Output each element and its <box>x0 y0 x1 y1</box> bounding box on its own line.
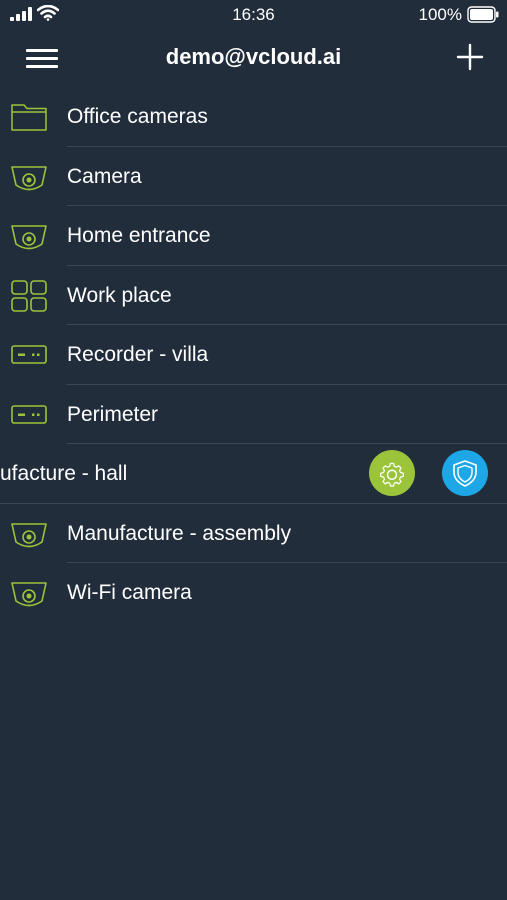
header: demo@vcloud.ai <box>0 30 507 86</box>
settings-icon <box>380 462 404 487</box>
menu-line <box>26 57 58 60</box>
list-item-recorder-villa[interactable]: Recorder - villa <box>0 325 507 385</box>
shield-icon <box>453 460 477 487</box>
account-title: demo@vcloud.ai <box>165 44 342 69</box>
camera-icon <box>11 522 47 547</box>
recorder-icon <box>11 404 47 424</box>
menu-line <box>26 65 58 68</box>
list-item-label: Manufacture - assembly <box>67 521 292 545</box>
camera-icon <box>11 582 47 607</box>
list-item-home-entrance[interactable]: Home entrance <box>0 206 507 266</box>
settings-button[interactable] <box>369 450 415 496</box>
folder-icon <box>11 104 47 131</box>
camera-icon <box>11 165 47 190</box>
list-item-wifi-camera[interactable]: Wi-Fi camera <box>0 563 507 623</box>
battery-percent: 100% <box>418 5 462 24</box>
recorder-icon <box>11 345 47 364</box>
list-item-label: Recorder - villa <box>67 343 209 366</box>
hamburger-menu-button[interactable] <box>22 43 62 73</box>
camera-list: Office cameras Camera Home entrance Work… <box>0 87 507 623</box>
status-bar: 16:36 100% <box>0 0 507 30</box>
list-item-perimeter[interactable]: Perimeter <box>0 385 507 444</box>
list-item-manufacture-assembly[interactable]: Manufacture - assembly <box>0 504 507 563</box>
screen: 16:36 100% demo@vcloud.ai Office cameras <box>0 0 507 900</box>
grid-icon <box>11 279 47 312</box>
list-item-label: Home entrance <box>67 224 211 247</box>
battery-icon <box>467 6 499 23</box>
list-item-label: Camera <box>67 164 142 188</box>
camera-icon <box>11 225 47 250</box>
list-item-label: Wi-Fi camera <box>67 581 192 604</box>
menu-line <box>26 49 58 52</box>
list-item-label: ufacture - hall <box>0 462 128 485</box>
list-item-label: Perimeter <box>67 402 159 426</box>
list-item-office-cameras[interactable]: Office cameras <box>0 87 507 147</box>
list-item-manufacture-hall[interactable]: ufacture - hall <box>0 444 507 504</box>
list-item-label: Work place <box>67 283 172 307</box>
security-button[interactable] <box>442 450 488 496</box>
list-item-camera[interactable]: Camera <box>0 147 507 206</box>
list-item-work-place[interactable]: Work place <box>0 266 507 325</box>
add-icon[interactable] <box>455 42 485 72</box>
list-item-label: Office cameras <box>67 105 208 128</box>
